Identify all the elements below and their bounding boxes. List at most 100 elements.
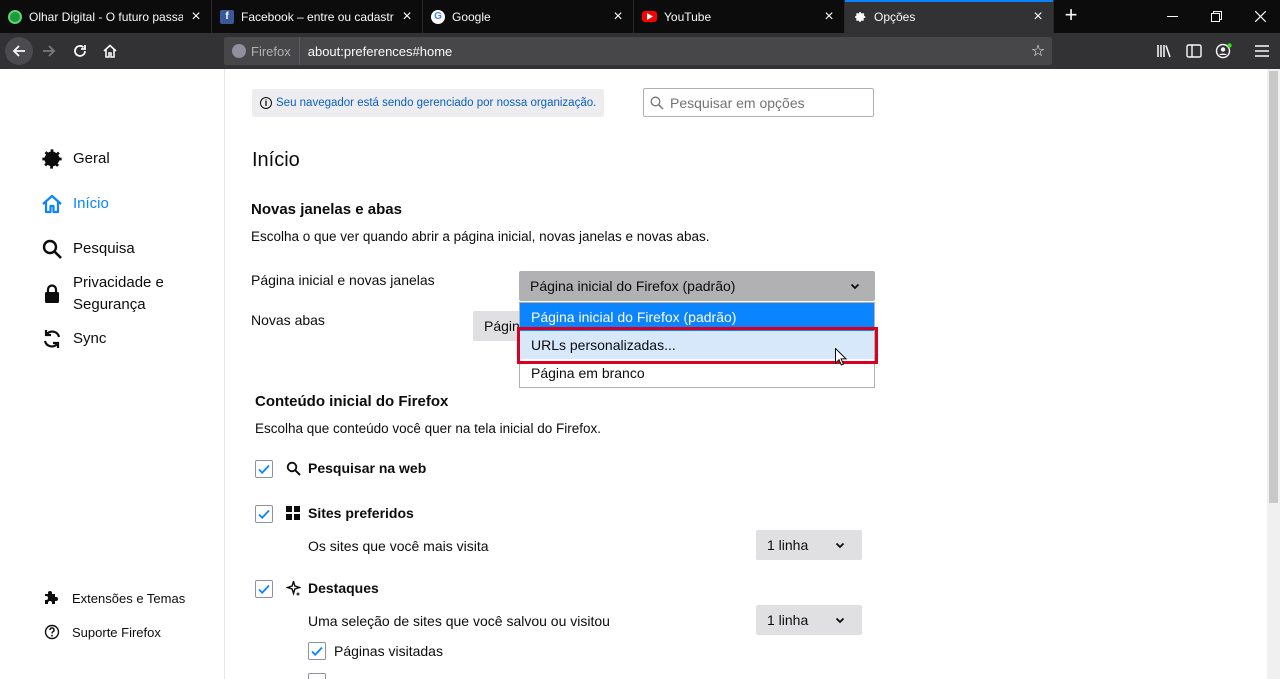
- puzzle-icon: [44, 590, 60, 606]
- sidebar-item-label-line2: Segurança: [73, 296, 146, 313]
- tab-facebook[interactable]: f Facebook – entre ou cadastre-se ×: [212, 0, 423, 33]
- reload-button[interactable]: [66, 37, 94, 65]
- tab-opcoes[interactable]: Opções ×: [845, 0, 1054, 33]
- tab-title: Facebook – entre ou cadastre-se: [241, 9, 394, 24]
- new-tab-button[interactable]: +: [1060, 4, 1082, 28]
- star-icon[interactable]: ☆: [1024, 41, 1052, 61]
- section-heading-home-content: Conteúdo inicial do Firefox: [255, 393, 449, 410]
- policies-notice-text[interactable]: Seu navegador está sendo gerenciado por …: [276, 97, 596, 109]
- lock-icon: [40, 283, 64, 305]
- search-icon: [40, 238, 64, 260]
- homepage-label: Página inicial e novas janelas: [251, 272, 435, 288]
- forward-button[interactable]: [35, 37, 63, 65]
- search-input[interactable]: Pesquisar em opções: [643, 88, 874, 117]
- sidebar: Geral Início Pesquisa Privacidade e Segu…: [0, 69, 225, 679]
- homepage-select-value: Página inicial do Firefox (padrão): [530, 278, 736, 294]
- section-heading-new-windows: Novas janelas e abas: [251, 201, 402, 218]
- search-placeholder: Pesquisar em opções: [670, 94, 805, 111]
- page-scrollbar[interactable]: [1267, 69, 1280, 679]
- sidebar-item-privacidade[interactable]: Privacidade e Segurança: [40, 272, 164, 316]
- top-sites-checkbox[interactable]: [255, 505, 273, 523]
- nav-bar: Firefox about:preferences#home ☆: [0, 33, 1280, 69]
- close-icon[interactable]: ×: [400, 8, 414, 24]
- policies-notice[interactable]: i Seu navegador está sendo gerenciado po…: [252, 89, 605, 117]
- close-icon[interactable]: ×: [822, 8, 836, 24]
- highlights-rows-value: 1 linha: [767, 612, 809, 628]
- sync-icon: [40, 328, 64, 350]
- visited-pages-checkbox[interactable]: [308, 642, 326, 660]
- sidebar-icon[interactable]: [1180, 37, 1208, 65]
- minimize-button[interactable]: [1152, 0, 1192, 33]
- section-description-new-windows: Escolha o que ver quando abrir a página …: [251, 229, 710, 244]
- grid-icon: [285, 505, 301, 521]
- close-window-button[interactable]: [1240, 0, 1280, 33]
- top-sites-rows-value: 1 linha: [767, 537, 809, 553]
- sidebar-item-pesquisa[interactable]: Pesquisa: [40, 238, 135, 260]
- tab-title: Opções: [874, 9, 916, 24]
- menu-icon[interactable]: [1248, 37, 1276, 65]
- sidebar-link-label: Suporte Firefox: [72, 624, 161, 640]
- top-sites-description: Os sites que você mais visita: [308, 538, 489, 554]
- sidebar-item-label: Geral: [73, 150, 110, 167]
- tab-olhar-digital[interactable]: Olhar Digital - O futuro passa p ×: [0, 0, 212, 33]
- section-description-home-content: Escolha que conteúdo você quer na tela i…: [255, 421, 601, 436]
- mouse-cursor-icon: [835, 347, 848, 372]
- sidebar-item-inicio[interactable]: Início: [40, 193, 109, 215]
- tab-title: Olhar Digital - O futuro passa p: [29, 9, 183, 24]
- sidebar-link-extensoes[interactable]: Extensões e Temas: [44, 590, 185, 606]
- next-checkbox-partial[interactable]: [308, 673, 326, 679]
- close-icon[interactable]: ×: [189, 8, 203, 24]
- tab-title: YouTube: [664, 9, 712, 24]
- restore-button[interactable]: [1196, 0, 1236, 33]
- highlight-annotation-box: [517, 327, 878, 364]
- identity-label: Firefox: [251, 43, 291, 59]
- identity-box[interactable]: Firefox: [224, 37, 300, 65]
- tab-google[interactable]: G Google ×: [423, 0, 634, 33]
- preferences-page: Geral Início Pesquisa Privacidade e Segu…: [0, 69, 1280, 679]
- firefox-icon: [232, 44, 246, 58]
- highlights-row: Destaques: [285, 580, 379, 596]
- chevron-down-icon: [849, 280, 861, 292]
- highlights-checkbox[interactable]: [255, 580, 273, 598]
- close-icon[interactable]: ×: [1031, 8, 1045, 24]
- tab-strip: Olhar Digital - O futuro passa p × f Fac…: [0, 0, 1280, 33]
- sidebar-item-geral[interactable]: Geral: [40, 148, 110, 170]
- scrollbar-thumb[interactable]: [1269, 71, 1278, 503]
- library-icon[interactable]: [1151, 37, 1179, 65]
- olhar-digital-favicon: [8, 9, 22, 24]
- url-bar[interactable]: Firefox about:preferences#home ☆: [224, 37, 1052, 65]
- top-sites-label[interactable]: Sites preferidos: [308, 505, 414, 521]
- sidebar-item-sync[interactable]: Sync: [40, 328, 106, 350]
- sidebar-item-label-line1: Privacidade e: [73, 274, 164, 291]
- url-text[interactable]: about:preferences#home: [300, 44, 1024, 59]
- visited-pages-label[interactable]: Páginas visitadas: [334, 643, 443, 659]
- highlights-description: Uma seleção de sites que você salvou ou …: [308, 613, 610, 629]
- account-icon[interactable]: [1210, 37, 1238, 65]
- back-button[interactable]: [5, 37, 33, 65]
- close-icon[interactable]: ×: [611, 8, 625, 24]
- visited-pages-row: Páginas visitadas: [334, 643, 443, 659]
- help-icon: [44, 624, 60, 640]
- web-search-checkbox[interactable]: [255, 460, 273, 478]
- top-sites-rows-select[interactable]: 1 linha: [756, 530, 862, 560]
- sidebar-link-label: Extensões e Temas: [72, 590, 186, 606]
- highlights-label[interactable]: Destaques: [308, 580, 379, 596]
- web-search-label[interactable]: Pesquisar na web: [308, 460, 426, 476]
- homepage-select[interactable]: Página inicial do Firefox (padrão): [519, 271, 875, 301]
- info-icon: i: [260, 97, 272, 109]
- gear-icon: [40, 148, 64, 170]
- sidebar-link-suporte[interactable]: Suporte Firefox: [44, 624, 161, 640]
- search-icon: [285, 460, 301, 476]
- top-sites-row: Sites preferidos: [285, 505, 414, 521]
- google-favicon: G: [431, 9, 445, 24]
- page-title: Início: [252, 149, 300, 171]
- tab-youtube[interactable]: YouTube ×: [634, 0, 845, 33]
- sidebar-item-label: Privacidade e Segurança: [73, 272, 164, 316]
- web-search-row: Pesquisar na web: [285, 460, 426, 476]
- tab-title: Google: [452, 9, 491, 24]
- highlights-rows-select[interactable]: 1 linha: [756, 605, 862, 635]
- home-button[interactable]: [96, 37, 124, 65]
- sidebar-item-label: Início: [73, 195, 109, 212]
- youtube-favicon: [642, 11, 657, 22]
- facebook-favicon: f: [220, 9, 234, 24]
